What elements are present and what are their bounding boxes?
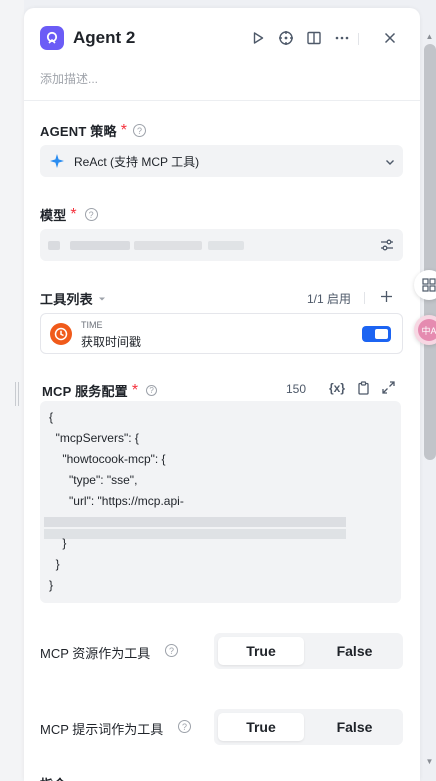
mcp-resources-toggle[interactable]: True False: [214, 633, 403, 669]
option-false[interactable]: False: [310, 713, 399, 741]
code-line: }: [49, 578, 54, 592]
apps-grid-icon[interactable]: [414, 270, 436, 300]
divider: [364, 292, 365, 304]
tool-description: 获取时间戳: [81, 335, 142, 349]
required-mark: *: [120, 121, 127, 139]
tools-label: 工具列表: [40, 292, 93, 307]
resize-handle[interactable]: [15, 382, 19, 406]
translate-icon[interactable]: 中A: [414, 315, 436, 345]
caret-down-icon: [98, 297, 105, 300]
mcp-config-editor[interactable]: { "mcpServers": { "howtocook-mcp": { "ty…: [40, 401, 401, 603]
redacted-url: [44, 529, 346, 539]
code-line: }: [49, 557, 60, 571]
variable-icon[interactable]: {x}: [329, 381, 345, 395]
help-icon[interactable]: ?: [84, 208, 98, 221]
code-line: {: [49, 410, 54, 424]
run-icon[interactable]: [248, 28, 268, 48]
help-icon[interactable]: ?: [146, 385, 158, 396]
tool-card[interactable]: TIME 获取时间戳: [40, 313, 403, 354]
book-icon[interactable]: [304, 28, 324, 48]
header-separator: [24, 100, 420, 101]
scrollbar-thumb[interactable]: [424, 44, 436, 460]
crosshair-icon[interactable]: [276, 28, 296, 48]
mcp-config-label-row: MCP 服务配置 * ?: [42, 381, 158, 400]
mcp-prompts-toggle[interactable]: True False: [214, 709, 403, 745]
option-false[interactable]: False: [310, 637, 399, 665]
code-line: "type": "sse",: [49, 473, 138, 487]
settings-sliders-icon[interactable]: [380, 238, 394, 257]
mcp-resources-label: MCP 资源作为工具: [40, 646, 151, 661]
description-input[interactable]: 添加描述...: [40, 70, 98, 87]
clock-icon: [50, 323, 72, 345]
option-true[interactable]: True: [218, 713, 304, 741]
tool-name: TIME: [81, 320, 103, 330]
code-line: }: [49, 536, 67, 550]
strategy-label: AGENT 策略: [40, 124, 117, 139]
more-icon[interactable]: [332, 28, 352, 48]
mcp-config-label: MCP 服务配置: [42, 384, 128, 399]
char-count: 150: [286, 382, 307, 396]
model-icon: [48, 241, 60, 250]
code-line: "url": "https://mcp.api-: [49, 494, 184, 508]
strategy-value: ReAct (支持 MCP 工具): [74, 155, 200, 169]
close-icon[interactable]: [380, 28, 400, 48]
model-name-blurred: [208, 241, 244, 250]
model-label: 模型: [40, 208, 67, 223]
agent-logo-icon: [40, 26, 64, 50]
expand-icon[interactable]: [382, 381, 395, 399]
help-icon[interactable]: ?: [132, 124, 146, 137]
option-true[interactable]: True: [218, 637, 304, 665]
required-mark: *: [70, 205, 77, 223]
scroll-up-arrow[interactable]: ▲: [425, 32, 434, 41]
code-line: "mcpServers": {: [49, 431, 139, 445]
agent-title[interactable]: Agent 2: [73, 28, 135, 48]
strategy-label-row: AGENT 策略 * ?: [40, 121, 146, 140]
chevron-down-icon: [384, 155, 396, 173]
tools-enabled-count: 1/1 启用: [307, 292, 352, 306]
required-mark: *: [131, 381, 139, 399]
scroll-down-arrow[interactable]: ▼: [425, 757, 434, 766]
tools-label-row[interactable]: 工具列表: [40, 289, 106, 308]
help-icon[interactable]: ?: [178, 720, 191, 733]
model-label-row: 模型 * ?: [40, 205, 98, 224]
left-gutter: [0, 0, 24, 781]
model-name-blurred: [70, 241, 130, 250]
help-icon[interactable]: ?: [165, 644, 178, 657]
copy-icon[interactable]: [357, 381, 370, 400]
mcp-prompts-label: MCP 提示词作为工具: [40, 722, 164, 737]
tool-enable-toggle[interactable]: [362, 326, 391, 342]
code-line: "howtocook-mcp": {: [49, 452, 166, 466]
redacted-url: [44, 517, 346, 527]
model-name-blurred: [134, 241, 202, 250]
add-tool-icon[interactable]: [380, 290, 393, 308]
header-divider: [358, 33, 359, 45]
model-select[interactable]: [40, 229, 403, 261]
agent-config-panel: Agent 2 添加描述... AGENT 策略 * ? ReAct (支持 M…: [24, 8, 420, 781]
sparkle-icon: [49, 153, 65, 174]
strategy-select[interactable]: ReAct (支持 MCP 工具): [40, 145, 403, 177]
instruction-label: 指令: [40, 774, 66, 781]
